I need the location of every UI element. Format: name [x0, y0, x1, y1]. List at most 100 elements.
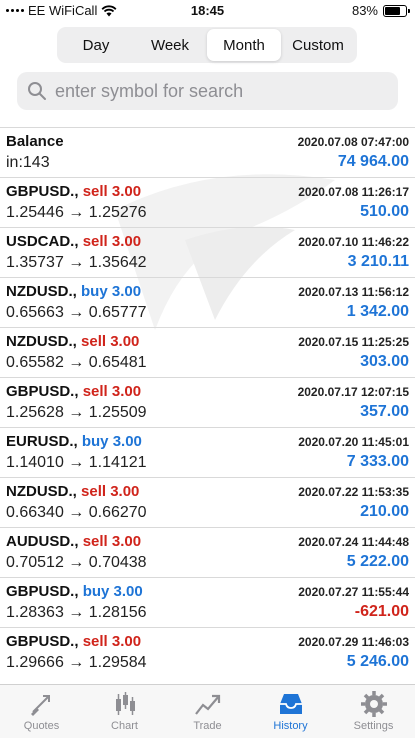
deal-symbol-name: GBPUSD.,: [6, 633, 79, 650]
deal-prices: 1.25628 → 1.25509: [6, 404, 147, 421]
deal-symbol-name: NZDUSD.,: [6, 333, 77, 350]
period-week[interactable]: Week: [133, 29, 207, 61]
period-month[interactable]: Month: [207, 29, 281, 61]
deal-time: 2020.07.13 11:56:12: [298, 285, 409, 299]
deal-time: 2020.07.17 12:07:15: [297, 385, 409, 399]
deal-row[interactable]: GBPUSD., buy 3.00 1.28363 → 1.28156 2020.0…: [0, 577, 415, 627]
deal-profit: 5 246.00: [346, 653, 409, 670]
deal-row[interactable]: NZDUSD., buy 3.00 0.65663 → 0.65777 2020.0…: [0, 277, 415, 327]
tab-bar: Quotes Chart Trade History Settings: [0, 684, 415, 738]
deal-time: 2020.07.08 11:26:17: [298, 185, 409, 199]
deal-symbol: GBPUSD., sell 3.00: [6, 183, 141, 200]
deal-row[interactable]: GBPUSD., sell 3.00 1.29666 → 1.29584 2020.…: [0, 627, 415, 677]
deal-prices: 1.29666 → 1.29584: [6, 654, 147, 671]
chart-icon: [115, 692, 135, 715]
search-bar[interactable]: [17, 72, 398, 110]
deal-symbol-name: GBPUSD.,: [6, 383, 79, 400]
deal-symbol-name: AUDUSD.,: [6, 533, 79, 550]
tab-label: Quotes: [23, 720, 60, 732]
tab-label: History: [273, 720, 308, 732]
deal-row[interactable]: USDCAD., sell 3.00 1.35737 → 1.35642 2020.…: [0, 227, 415, 277]
deal-prices: 0.65582 → 0.65481: [6, 354, 147, 371]
gear-icon: [360, 691, 387, 717]
deal-side: buy 3.00: [81, 433, 142, 450]
deal-side: sell 3.00: [82, 533, 142, 550]
deal-row[interactable]: GBPUSD., sell 3.00 1.25446 → 1.25276 2020.…: [0, 177, 415, 227]
deal-symbol: NZDUSD., buy 3.00: [6, 283, 141, 300]
deal-profit: 3 210.11: [347, 253, 409, 270]
deal-row[interactable]: GBPUSD., sell 3.00 1.25628 → 1.25509 2020.…: [0, 377, 415, 427]
deal-symbol-name: USDCAD.,: [6, 233, 79, 250]
balance-row[interactable]: Balance in:143 2020.07.08 07:47:00 74 96…: [0, 127, 415, 177]
deal-prices: 0.66340 → 0.66270: [6, 504, 147, 521]
deal-profit: 303.00: [360, 353, 409, 370]
deal-symbol-name: GBPUSD.,: [6, 183, 79, 200]
deal-prices: 1.14010 → 1.14121: [6, 454, 147, 471]
tab-history[interactable]: History: [249, 685, 332, 738]
tab-label: Settings: [353, 720, 394, 732]
battery-percent: 83%: [351, 3, 378, 18]
deal-symbol-name: NZDUSD.,: [6, 483, 77, 500]
deal-side: sell 3.00: [82, 633, 142, 650]
balance-label: Balance: [6, 133, 64, 150]
deal-row[interactable]: NZDUSD., sell 3.00 0.66340 → 0.66270 2020.…: [0, 477, 415, 527]
deal-side: sell 3.00: [81, 483, 140, 500]
deal-symbol: NZDUSD., sell 3.00: [6, 483, 139, 500]
deal-side: sell 3.00: [82, 383, 142, 400]
deal-time: 2020.07.27 11:55:44: [298, 585, 409, 599]
deal-symbol: NZDUSD., sell 3.00: [6, 333, 139, 350]
search-input[interactable]: [55, 80, 375, 102]
tab-settings[interactable]: Settings: [332, 685, 415, 738]
trade-icon: [194, 694, 220, 715]
deal-side: buy 3.00: [82, 583, 143, 600]
period-day[interactable]: Day: [59, 29, 133, 61]
tab-trade[interactable]: Trade: [166, 685, 249, 738]
deal-prices: 0.70512 → 0.70438: [6, 554, 147, 571]
tab-label: Trade: [193, 720, 222, 732]
deal-time: 2020.07.20 11:45:01: [298, 435, 409, 449]
deal-side: sell 3.00: [82, 233, 142, 250]
history-list: Balance in:143 2020.07.08 07:47:00 74 96…: [0, 127, 415, 677]
history-icon: [279, 694, 302, 714]
deal-profit: 357.00: [360, 403, 409, 420]
deal-symbol: GBPUSD., sell 3.00: [6, 383, 141, 400]
deal-symbol-name: GBPUSD.,: [6, 583, 79, 600]
period-selector: Day Week Month Custom: [57, 27, 357, 63]
deal-profit: 210.00: [360, 503, 409, 520]
balance-amount: 74 964.00: [337, 153, 409, 170]
deal-symbol: GBPUSD., buy 3.00: [6, 583, 143, 600]
tab-label: Chart: [111, 720, 138, 732]
deal-side: sell 3.00: [81, 333, 140, 350]
quotes-icon: [30, 695, 50, 716]
tab-quotes[interactable]: Quotes: [0, 685, 83, 738]
balance-time: 2020.07.08 07:47:00: [297, 135, 409, 149]
deal-prices: 1.28363 → 1.28156: [6, 604, 147, 621]
tab-chart[interactable]: Chart: [83, 685, 166, 738]
deal-symbol: EURUSD., buy 3.00: [6, 433, 142, 450]
deal-side: buy 3.00: [81, 283, 142, 300]
balance-comment: in:143: [6, 154, 50, 171]
deal-prices: 1.25446 → 1.25276: [6, 204, 147, 221]
deal-side: sell 3.00: [82, 183, 142, 200]
deal-profit: 5 222.00: [346, 553, 409, 570]
status-bar: EE WiFiCall 18:45 83%: [0, 0, 415, 22]
status-right: 83%: [351, 3, 410, 18]
deal-profit: -621.00: [354, 603, 409, 620]
deal-symbol-name: EURUSD.,: [6, 433, 78, 450]
deal-time: 2020.07.22 11:53:35: [298, 485, 409, 499]
deal-profit: 510.00: [360, 203, 409, 220]
deal-row[interactable]: EURUSD., buy 3.00 1.14010 → 1.14121 2020.0…: [0, 427, 415, 477]
deal-row[interactable]: AUDUSD., sell 3.00 0.70512 → 0.70438 2020.…: [0, 527, 415, 577]
period-custom[interactable]: Custom: [281, 29, 355, 61]
search-icon: [28, 82, 46, 100]
deal-prices: 0.65663 → 0.65777: [6, 304, 147, 321]
deal-symbol: GBPUSD., sell 3.00: [6, 633, 141, 650]
deal-prices: 1.35737 → 1.35642: [6, 254, 147, 271]
deal-time: 2020.07.24 11:44:48: [298, 535, 409, 549]
deal-symbol: AUDUSD., sell 3.00: [6, 533, 141, 550]
deal-time: 2020.07.15 11:25:25: [298, 335, 409, 349]
deal-time: 2020.07.29 11:46:03: [298, 635, 409, 649]
deal-profit: 7 333.00: [346, 453, 409, 470]
deal-symbol-name: NZDUSD.,: [6, 283, 77, 300]
deal-row[interactable]: NZDUSD., sell 3.00 0.65582 → 0.65481 2020.…: [0, 327, 415, 377]
